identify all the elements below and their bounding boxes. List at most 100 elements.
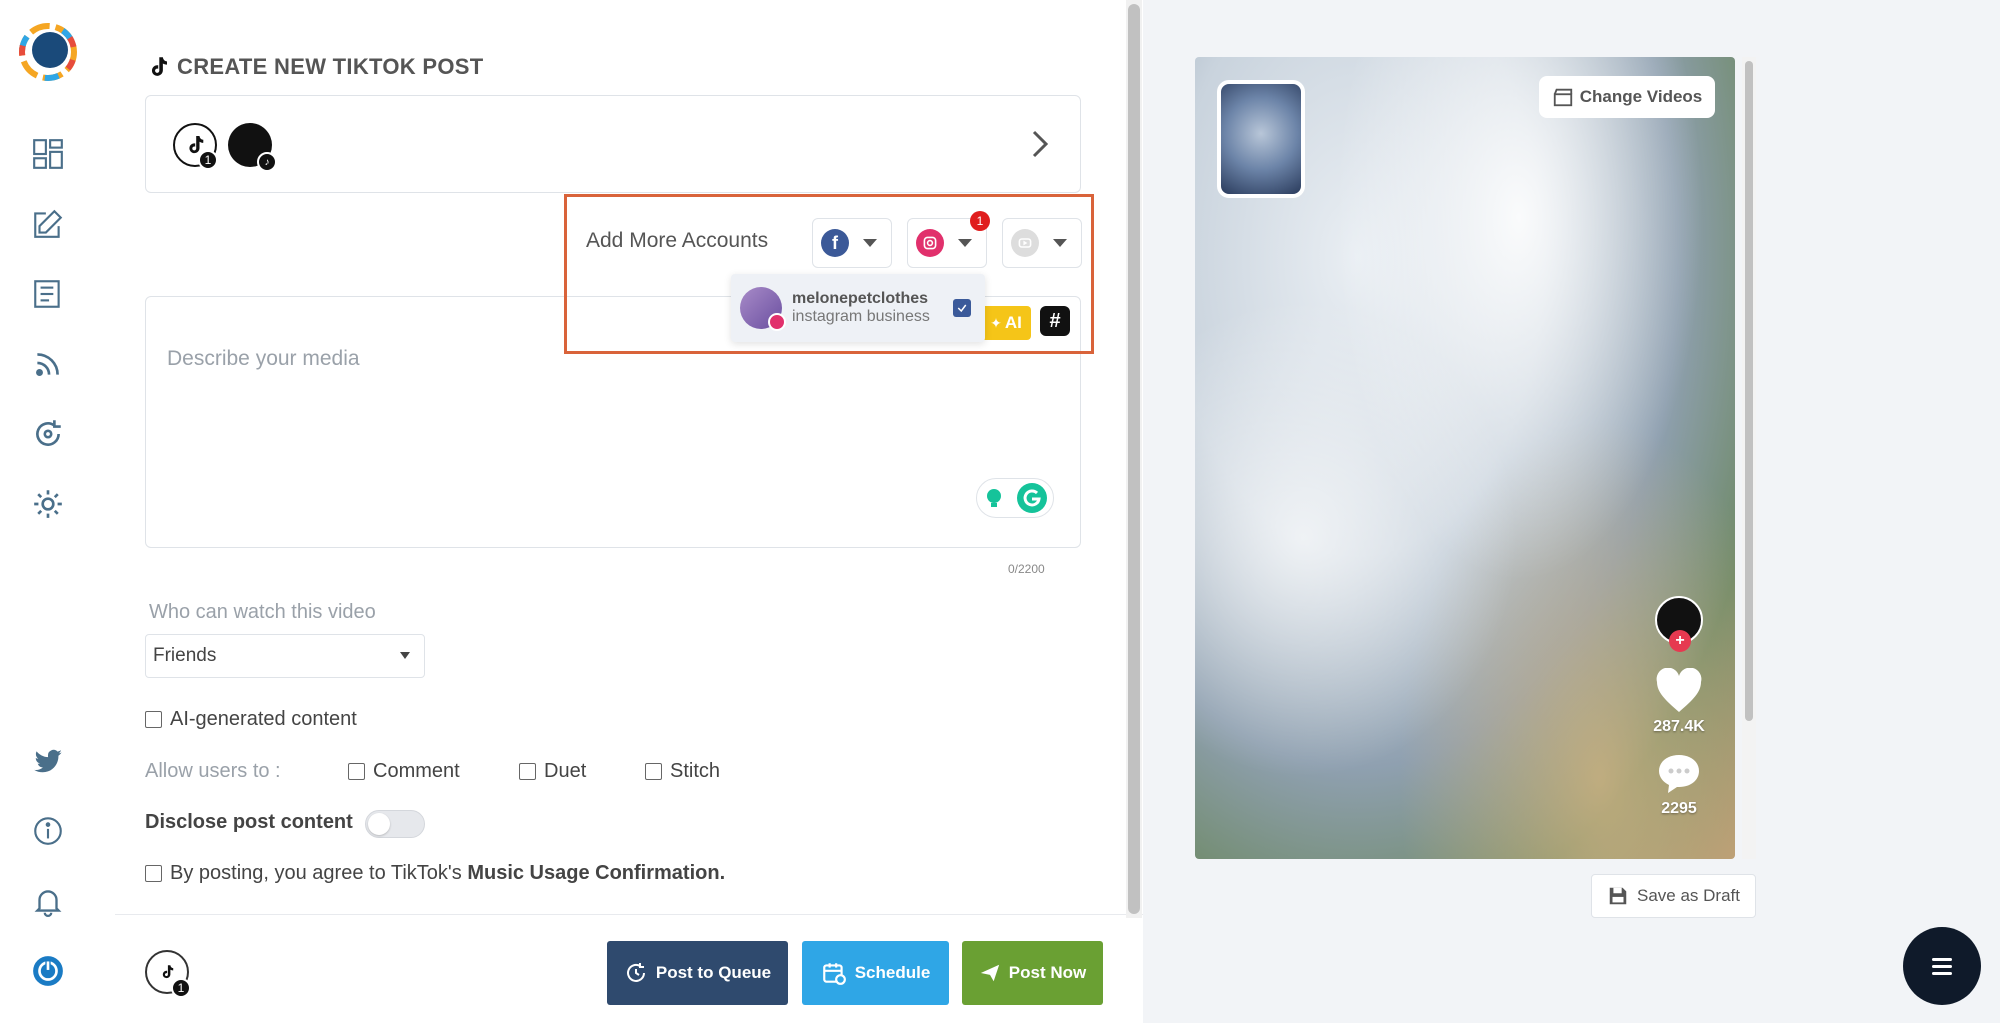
grammarly-icon[interactable] [1016, 482, 1048, 514]
select-arrow-icon [400, 652, 410, 659]
chevron-down-icon [958, 239, 972, 247]
ai-label: AI [1004, 313, 1022, 332]
allow-users-label: Allow users to : [145, 760, 281, 782]
sparkle-icon: ✦ [990, 314, 1002, 331]
menu-line [1932, 971, 1952, 975]
change-videos-label: Change Videos [1579, 87, 1703, 106]
youtube-dropdown[interactable] [1002, 218, 1082, 268]
queue-icon [626, 963, 645, 982]
power-icon[interactable] [30, 953, 66, 989]
footer-divider [115, 914, 1145, 915]
ai-generated-option[interactable]: AI-generated content [145, 708, 357, 731]
bell-icon[interactable] [30, 883, 66, 919]
ai-generated-checkbox[interactable] [145, 711, 162, 728]
preview-scrollbar[interactable] [1742, 57, 1756, 859]
comment-label: Comment [373, 760, 460, 782]
account-name: melonepetclothes [792, 290, 929, 307]
post-to-queue-label: Post to Queue [655, 963, 772, 982]
save-as-draft-label: Save as Draft [1637, 886, 1740, 905]
agree-text: By posting, you agree to TikTok's Music … [170, 862, 725, 885]
form-scrollbar[interactable] [1126, 0, 1142, 918]
grammarly-widget[interactable] [976, 478, 1054, 518]
toggle-knob [368, 813, 390, 835]
chevron-down-icon [863, 239, 877, 247]
instagram-badge-icon [768, 313, 786, 331]
tiktok-badge-icon: ♪ [257, 152, 277, 172]
floppy-icon [1609, 887, 1627, 905]
duet-label: Duet [544, 760, 587, 782]
settings-icon[interactable] [30, 486, 66, 522]
comment-icon [1659, 755, 1699, 793]
agree-option[interactable]: By posting, you agree to TikTok's Music … [145, 862, 725, 885]
comments-count: 2295 [1661, 800, 1697, 817]
twitter-icon[interactable] [30, 743, 66, 779]
calendar-icon [822, 963, 846, 985]
chevron-right-icon[interactable] [1028, 128, 1052, 160]
facebook-dropdown[interactable]: f [812, 218, 892, 268]
footer-count-badge: 1 [171, 978, 191, 998]
tiktok-icon [151, 57, 167, 76]
rss-icon[interactable] [30, 346, 66, 382]
save-as-draft-button[interactable]: Save as Draft [1591, 874, 1756, 918]
app-logo[interactable] [16, 20, 80, 84]
instagram-icon [916, 229, 944, 257]
likes-count: 287.4K [1653, 718, 1705, 735]
heart-icon [1656, 668, 1702, 712]
menu-line [1932, 957, 1952, 961]
menu-line [1932, 964, 1952, 968]
send-icon [980, 964, 999, 982]
post-now-label: Post Now [1008, 963, 1087, 982]
clapperboard-icon [1553, 88, 1572, 107]
comment-option[interactable]: Comment [348, 760, 460, 783]
account-type: instagram business [792, 308, 930, 325]
privacy-selected: Friends [153, 645, 217, 666]
privacy-select[interactable]: Friends [145, 634, 425, 678]
compose-icon[interactable] [30, 206, 66, 242]
stitch-label: Stitch [670, 760, 721, 782]
disclose-toggle[interactable] [365, 810, 425, 838]
schedule-label: Schedule [854, 963, 931, 982]
scrollbar-thumb[interactable] [1128, 4, 1140, 914]
char-count: 0/2200 [1008, 562, 1045, 576]
stitch-option[interactable]: Stitch [645, 760, 720, 783]
preview-scrollbar-thumb[interactable] [1745, 61, 1753, 721]
stitch-checkbox[interactable] [645, 763, 662, 780]
privacy-label: Who can watch this video [149, 601, 376, 623]
post-now-button[interactable]: Post Now [962, 941, 1103, 1005]
youtube-icon [1011, 229, 1039, 257]
hashtag-button[interactable]: # [1040, 306, 1070, 336]
bulb-icon[interactable] [982, 486, 1006, 510]
instagram-count-badge: 1 [970, 211, 990, 231]
page-title-text: CREATE NEW TIKTOK POST [177, 54, 484, 79]
account-avatar [740, 287, 786, 331]
video-thumbnail[interactable] [1217, 80, 1305, 198]
music-usage-link[interactable]: Music Usage Confirmation. [467, 862, 725, 884]
follow-plus-icon: + [1669, 630, 1691, 652]
info-icon[interactable] [30, 813, 66, 849]
account-checkbox[interactable] [953, 299, 971, 317]
comment-checkbox[interactable] [348, 763, 365, 780]
ai-button[interactable]: ✦ AI [981, 306, 1031, 340]
facebook-icon: f [821, 229, 849, 257]
agree-prefix: By posting, you agree to TikTok's [170, 862, 468, 884]
page-title: CREATE NEW TIKTOK POST [145, 54, 483, 80]
agree-checkbox[interactable] [145, 865, 162, 882]
ai-generated-label: AI-generated content [170, 708, 357, 730]
sidebar [0, 0, 97, 1023]
account-count-badge: 1 [198, 150, 218, 170]
add-more-accounts-label: Add More Accounts [586, 229, 769, 252]
change-videos-button[interactable]: Change Videos [1539, 76, 1715, 118]
instagram-account-dropdown[interactable]: melonepetclothes instagram business [731, 274, 985, 342]
duet-option[interactable]: Duet [519, 760, 586, 783]
post-form: CREATE NEW TIKTOK POST 1 ♪ Describe your… [115, 0, 1145, 1023]
schedule-button[interactable]: Schedule [802, 941, 949, 1005]
posts-icon[interactable] [30, 276, 66, 312]
selected-accounts-box[interactable]: 1 ♪ [145, 95, 1081, 193]
account-info: melonepetclothes instagram business [792, 290, 930, 326]
menu-fab-button[interactable] [1903, 927, 1981, 1005]
disclose-label: Disclose post content [145, 811, 353, 833]
recycle-icon[interactable] [30, 416, 66, 452]
dashboard-icon[interactable] [30, 136, 66, 172]
duet-checkbox[interactable] [519, 763, 536, 780]
post-to-queue-button[interactable]: Post to Queue [607, 941, 788, 1005]
